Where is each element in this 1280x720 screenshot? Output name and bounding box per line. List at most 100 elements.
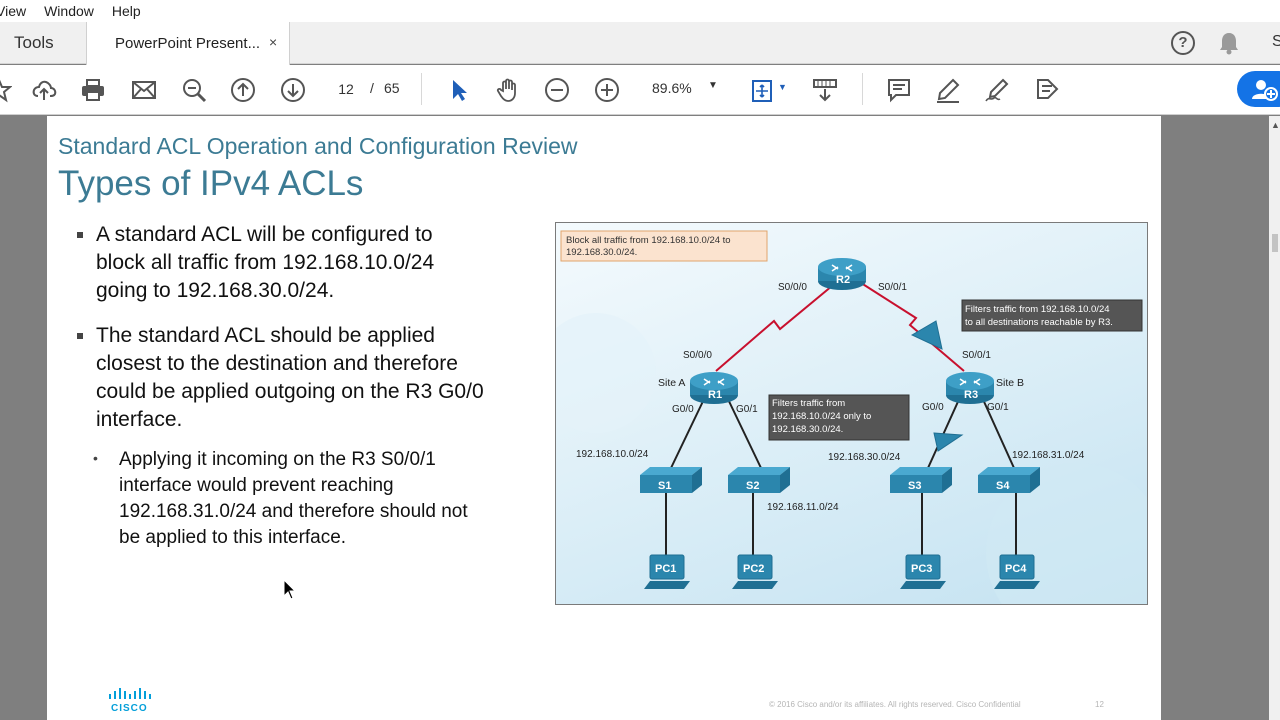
slide-subtitle: Standard ACL Operation and Configuration…: [58, 133, 578, 159]
account-initial[interactable]: S: [1272, 33, 1280, 51]
switch-label-s3: S3: [908, 480, 921, 492]
interface-label: S0/0/0: [683, 350, 712, 361]
router-label-r3: R3: [964, 389, 978, 401]
interface-label: G0/0: [922, 402, 944, 413]
bullet-marker: [77, 333, 83, 339]
site-label-b: Site B: [996, 377, 1024, 389]
bullet-marker: [77, 232, 83, 238]
close-tab-icon[interactable]: ×: [269, 34, 277, 50]
hand-tool-icon[interactable]: [495, 77, 521, 103]
menu-bar: View Window Help: [0, 0, 1280, 22]
svg-text:192.168.30.0/24.: 192.168.30.0/24.: [772, 424, 843, 435]
scrollbar[interactable]: ▲: [1269, 116, 1280, 720]
svg-text:Filters traffic from 192.168.1: Filters traffic from 192.168.10.0/24: [965, 304, 1110, 315]
bell-icon[interactable]: [1218, 31, 1240, 60]
fit-dropdown-icon[interactable]: ▼: [778, 82, 787, 92]
highlight-pen-icon[interactable]: [935, 77, 961, 103]
serial-link-r2-r3: [857, 280, 965, 372]
tab-document-label: PowerPoint Present...: [115, 35, 261, 52]
tab-document[interactable]: PowerPoint Present... ×: [86, 22, 290, 65]
pc-pc1: PC1: [644, 554, 690, 589]
slide-number: 12: [1095, 700, 1104, 709]
network-label: 192.168.10.0/24: [576, 449, 649, 460]
pc-label-pc4: PC4: [1005, 563, 1027, 575]
next-page-icon[interactable]: [280, 77, 306, 103]
switch-s2: S2: [728, 467, 790, 493]
cisco-logo-icon: [109, 688, 151, 699]
router-label-r2: R2: [836, 274, 850, 286]
fit-page-icon[interactable]: [750, 77, 776, 103]
zoom-in-icon[interactable]: [594, 77, 620, 103]
menu-view[interactable]: View: [0, 3, 26, 19]
previous-page-icon[interactable]: [230, 77, 256, 103]
bullet-1: A standard ACL will be configured to blo…: [96, 223, 435, 302]
zoom-search-icon[interactable]: [181, 77, 207, 103]
callout-r3-filter: Filters traffic from 192.168.10.0/24 to …: [961, 299, 1143, 332]
mouse-cursor-icon: [283, 579, 297, 600]
zoom-out-icon[interactable]: [544, 77, 570, 103]
slide-title: Types of IPv4 ACLs: [58, 164, 364, 203]
pc-pc4: PC4: [994, 554, 1040, 589]
pc-label-pc2: PC2: [743, 563, 764, 575]
scroll-thumb[interactable]: [1272, 234, 1278, 252]
star-icon[interactable]: [0, 77, 13, 103]
tab-bar: Tools PowerPoint Present... × ? S: [0, 22, 1280, 65]
scroll-up-icon[interactable]: ▲: [1271, 120, 1280, 130]
router-r3: R3: [946, 372, 994, 404]
menu-window[interactable]: Window: [44, 3, 94, 19]
menu-help[interactable]: Help: [112, 3, 141, 19]
scroll-mode-icon[interactable]: [812, 77, 838, 103]
select-cursor-icon[interactable]: [446, 77, 472, 103]
interface-label: S0/0/0: [778, 282, 807, 293]
copyright-notice: © 2016 Cisco and/or its affiliates. All …: [769, 700, 1021, 709]
interface-label: G0/0: [672, 404, 694, 415]
pc-label-pc3: PC3: [911, 563, 932, 575]
upload-cloud-icon[interactable]: [31, 77, 57, 103]
site-label-a: Site A: [658, 377, 685, 389]
switch-label-s4: S4: [996, 480, 1010, 492]
callout-mid-filter: Filters traffic from 192.168.10.0/24 onl…: [768, 394, 910, 441]
stamp-tool-icon[interactable]: [1034, 77, 1060, 103]
help-icon[interactable]: ?: [1171, 31, 1195, 55]
cisco-logo-text: CISCO: [111, 703, 148, 714]
page-number-input[interactable]: 12: [328, 76, 364, 102]
switch-s4: S4: [978, 467, 1040, 493]
router-label-r1: R1: [708, 389, 722, 401]
switch-label-s1: S1: [658, 480, 671, 492]
sub-bullet-1: Applying it incoming on the R3 S0/0/1 in…: [119, 449, 468, 548]
tab-tools[interactable]: Tools: [14, 33, 54, 53]
print-icon[interactable]: [80, 77, 106, 103]
router-r1: R1: [690, 372, 738, 404]
callout-block-traffic: Block all traffic from 192.168.10.0/24 t…: [560, 230, 768, 262]
acl-filter-marker: [910, 320, 943, 350]
document-page: Standard ACL Operation and Configuration…: [47, 116, 1161, 720]
toolbar-divider: [421, 73, 422, 105]
zoom-level[interactable]: 89.6%: [652, 80, 692, 96]
email-icon[interactable]: [131, 77, 157, 103]
sign-icon[interactable]: [984, 77, 1010, 103]
bullet-2: The standard ACL should be applied close…: [96, 324, 484, 431]
svg-text:Block all traffic from 192.168: Block all traffic from 192.168.10.0/24 t…: [566, 235, 731, 246]
network-label: 192.168.11.0/24: [767, 502, 839, 513]
svg-text:192.168.30.0/24.: 192.168.30.0/24.: [566, 247, 637, 258]
zoom-dropdown-icon[interactable]: ▼: [708, 80, 718, 91]
pc-label-pc1: PC1: [655, 563, 676, 575]
page-separator: /: [370, 80, 374, 96]
pc-pc3: PC3: [900, 554, 946, 589]
interface-label: G0/1: [736, 404, 758, 415]
network-label: 192.168.30.0/24: [828, 452, 901, 463]
background-shape: [556, 313, 656, 433]
toolbar: 12 / 65 89.6% ▼ ▼: [0, 65, 1280, 115]
comment-icon[interactable]: [886, 77, 912, 103]
page-total: 65: [384, 80, 400, 96]
interface-label: S0/0/1: [962, 350, 991, 361]
acl-filter-marker: [933, 432, 964, 452]
sub-bullet-marker: •: [93, 450, 98, 466]
pc-pc2: PC2: [732, 554, 778, 589]
network-diagram: R2 R1 R3 S1 S2 S3 S4 PC1 PC2 PC3 PC4 Blo…: [555, 222, 1148, 605]
svg-text:Filters traffic from: Filters traffic from: [772, 398, 845, 409]
router-r2: R2: [818, 258, 866, 290]
share-button[interactable]: [1237, 71, 1280, 107]
svg-text:192.168.10.0/24 only to: 192.168.10.0/24 only to: [772, 411, 871, 422]
serial-link-r1-r2: [715, 280, 839, 372]
